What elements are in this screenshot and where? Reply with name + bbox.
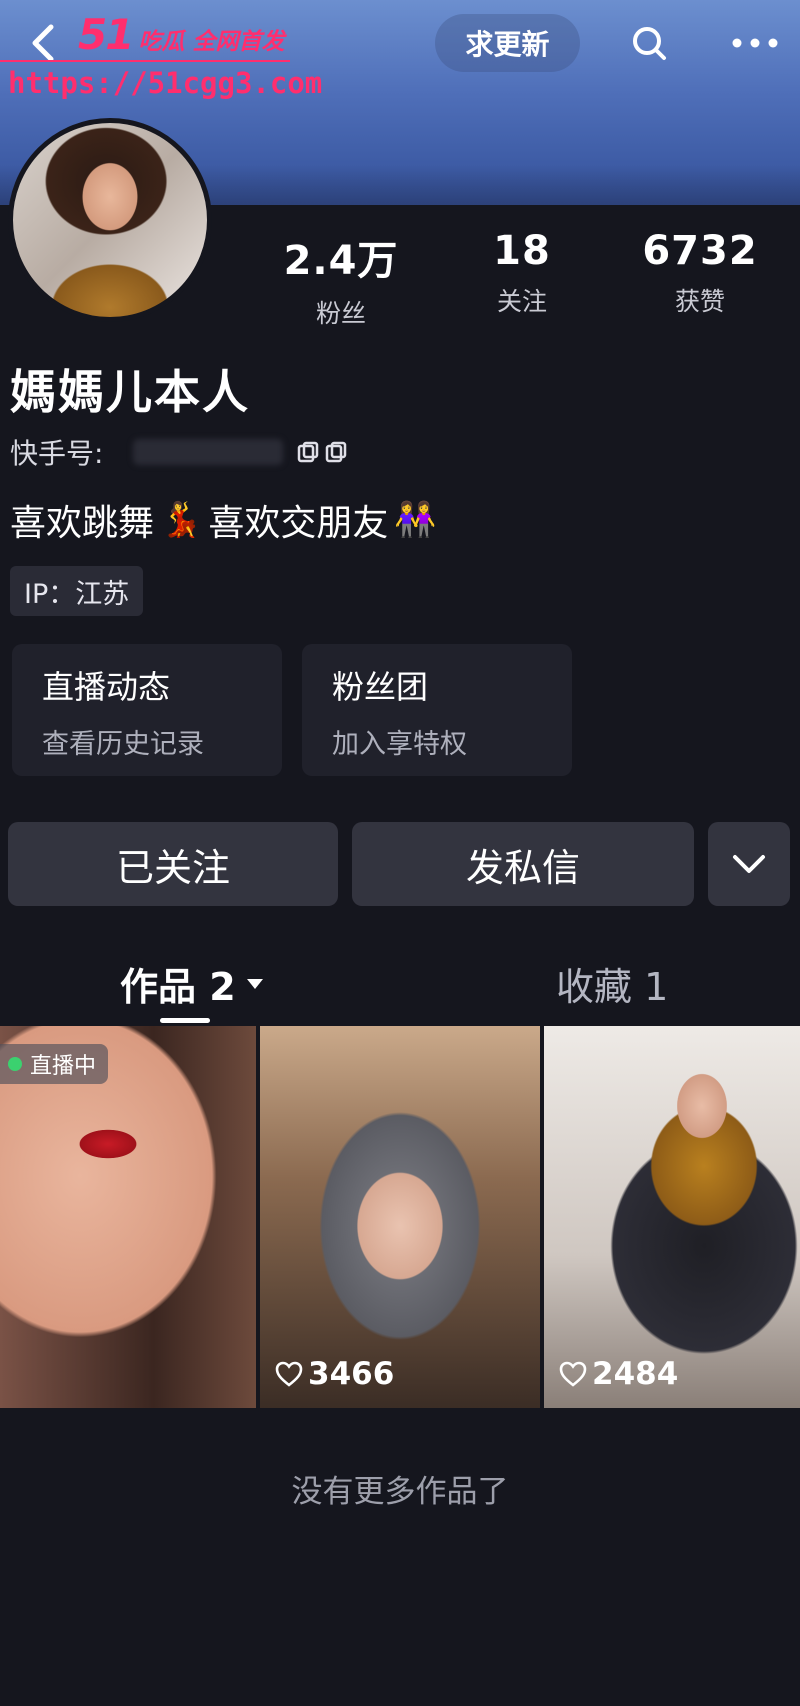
stat-likes[interactable]: 6732 获赞 [625, 228, 775, 318]
live-dot-icon [8, 1057, 22, 1071]
video-thumbnail[interactable]: 直播中 [0, 1026, 256, 1408]
active-tab-indicator [160, 1018, 210, 1023]
search-button[interactable] [618, 14, 680, 72]
ip-location-tag: IP：江苏 [10, 566, 144, 616]
stat-likes-label: 获赞 [674, 287, 725, 316]
copy-icon[interactable] [297, 441, 347, 463]
watermark-logo-number: 51 [78, 10, 134, 59]
avatar[interactable] [8, 118, 212, 322]
video-thumbnail[interactable]: 3466 [260, 1026, 540, 1408]
more-dots-icon [732, 38, 778, 48]
stat-fans[interactable]: 2.4万 粉丝 [266, 228, 416, 330]
like-count-value: 2484 [592, 1356, 679, 1392]
tab-works-label: 作品 2 [120, 965, 236, 1009]
stat-fans-label: 粉丝 [315, 299, 366, 328]
tab-favorites[interactable]: 收藏 1 [556, 956, 668, 1011]
video-like-count: 3466 [274, 1356, 394, 1392]
bio-text-1: 喜欢跳舞 [10, 503, 155, 544]
stat-fans-value: 2.4万 [283, 238, 399, 284]
stat-following-value: 18 [493, 228, 551, 274]
tab-works[interactable]: 作品 2 [120, 956, 264, 1011]
video-like-count: 2484 [558, 1356, 678, 1392]
dancer-emoji-icon: 💃 [160, 500, 203, 540]
watermark-url: https://51cgg3.com [8, 66, 323, 100]
live-history-title: 直播动态 [42, 668, 171, 706]
chevron-left-icon [32, 24, 54, 62]
live-badge-label: 直播中 [30, 1054, 97, 1079]
friends-emoji-icon: 👭 [394, 500, 437, 540]
profile-name: 媽媽儿本人 [10, 365, 250, 419]
recommend-dropdown-button[interactable] [708, 822, 790, 906]
send-message-button[interactable]: 发私信 [352, 822, 694, 906]
search-icon [633, 27, 666, 60]
heart-icon [275, 1361, 303, 1387]
request-update-button[interactable]: 求更新 [435, 14, 580, 72]
stat-likes-value: 6732 [642, 228, 758, 274]
kuaishou-id-redacted [133, 439, 284, 465]
fan-club-subtitle: 加入享特权 [332, 729, 467, 760]
live-history-subtitle: 查看历史记录 [42, 729, 204, 760]
profile-page: 51 吃瓜 全网首发 https://51cgg3.com 求更新 2.4万 粉… [0, 0, 800, 1706]
video-thumbnail[interactable]: 2484 [544, 1026, 800, 1408]
live-badge: 直播中 [0, 1044, 109, 1084]
watermark-logo: 51 吃瓜 全网首发 [78, 10, 285, 59]
kuaishou-id-label: 快手号: [10, 437, 104, 470]
no-more-works-text: 没有更多作品了 [291, 1474, 509, 1510]
more-button[interactable] [722, 14, 788, 72]
followed-button[interactable]: 已关注 [8, 822, 338, 906]
stat-following-label: 关注 [496, 287, 547, 316]
chevron-down-icon [733, 855, 765, 873]
caret-down-icon [246, 978, 263, 989]
kuaishou-id: 快手号: [10, 432, 347, 472]
bio-text-2: 喜欢交朋友 [208, 503, 389, 544]
watermark-underline [0, 60, 290, 62]
like-count-value: 3466 [308, 1356, 395, 1392]
profile-bio: 喜欢跳舞 💃 喜欢交朋友 👭 [10, 494, 437, 546]
stat-following[interactable]: 18 关注 [447, 228, 597, 318]
fan-club-title: 粉丝团 [332, 668, 429, 706]
live-history-card[interactable]: 直播动态 查看历史记录 [12, 644, 282, 776]
watermark-logo-text: 吃瓜 全网首发 [138, 29, 285, 55]
heart-icon [559, 1361, 587, 1387]
fan-club-card[interactable]: 粉丝团 加入享特权 [302, 644, 572, 776]
